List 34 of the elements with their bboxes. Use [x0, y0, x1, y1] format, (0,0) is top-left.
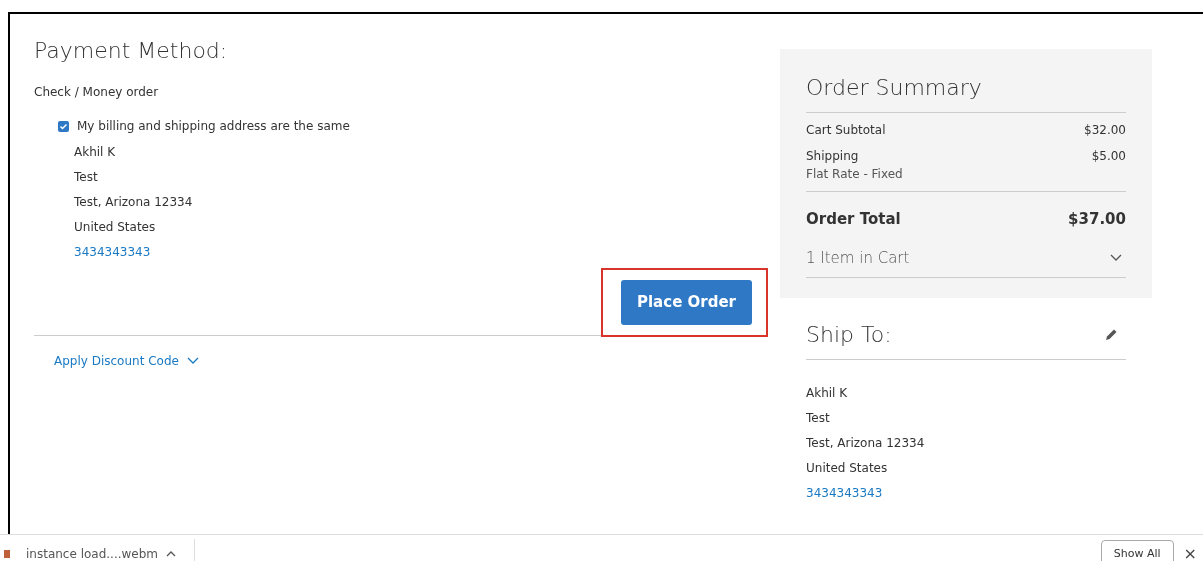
section-title: Ship To:: [806, 321, 892, 349]
place-order-button[interactable]: Place Order: [621, 280, 752, 325]
chevron-icon[interactable]: [1110, 253, 1122, 262]
address-line: Test, Arizona 12334: [806, 435, 926, 452]
phone-link[interactable]: 3434343343: [74, 245, 151, 259]
checkbox[interactable]: [58, 120, 69, 132]
address-line: Test: [806, 410, 831, 427]
download-file-name[interactable]: instance load....webm: [26, 545, 159, 561]
total-label: Order Total: [806, 209, 901, 230]
section-title: Order Summary: [806, 71, 1126, 113]
pencil-icon[interactable]: [1105, 328, 1118, 341]
checkbox-label: My billing and shipping address are the same: [77, 118, 350, 135]
address-line: Akhil K: [806, 385, 849, 402]
caret-up-icon[interactable]: [166, 551, 177, 557]
shipping-method: Flat Rate - Fixed: [806, 166, 903, 183]
chevron-icon[interactable]: [186, 356, 199, 365]
discount-code-link[interactable]: Apply Discount Code: [54, 351, 179, 370]
summary-value: $32.00: [1084, 122, 1126, 139]
address-line: Test, Arizona 12334: [74, 194, 194, 211]
close-button[interactable]: ×: [1177, 542, 1203, 561]
section-title: Payment Method:: [34, 37, 229, 65]
address-line: United States: [806, 460, 889, 477]
summary-label: Cart Subtotal: [806, 122, 886, 139]
file-icon: [4, 550, 10, 558]
cart-toggle[interactable]: 1 Item in Cart: [806, 246, 910, 269]
address-line: Akhil K: [74, 144, 117, 161]
address-line: United States: [74, 219, 157, 236]
summary-label: Shipping: [806, 148, 860, 165]
summary-value: $5.00: [1091, 148, 1126, 165]
phone-link[interactable]: 3434343343: [806, 486, 883, 500]
payment-method-label: Check / Money order: [34, 84, 160, 101]
total-value: $37.00: [1068, 209, 1126, 230]
address-line: Test: [74, 169, 99, 186]
show-all-button[interactable]: Show All: [1100, 539, 1174, 561]
